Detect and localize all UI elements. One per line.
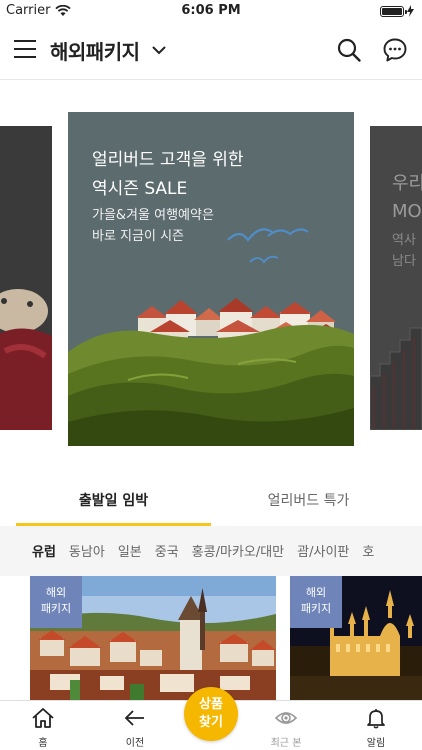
- chevron-down-icon: [152, 46, 165, 55]
- promo-carousel[interactable]: 얼리버드 고객을 위한 역시즌 SALE 가을&겨울 여행예약은 바로 지금이 …: [0, 112, 422, 446]
- nav-back-label: 이전: [125, 738, 145, 749]
- page-title: 해외패키지: [50, 40, 140, 64]
- region-chip-hk-macau-taiwan[interactable]: 홍콩/마카오/대만: [192, 541, 284, 560]
- next-slide-title: 우리 MO: [392, 173, 422, 222]
- eye-icon: [274, 712, 298, 724]
- nav-home[interactable]: 홈: [13, 707, 73, 749]
- nav-recent-label: 최근 본: [270, 738, 302, 749]
- arrow-left-icon: [124, 710, 144, 726]
- banner-subtext: 가을&겨울 여행예약은 바로 지금이 시즌: [92, 208, 214, 244]
- app-header: 해외패키지: [0, 22, 422, 80]
- product-list: 해외 패키지 해외 패키지: [0, 576, 422, 700]
- region-chip-more[interactable]: 호: [362, 541, 374, 560]
- product-card[interactable]: 해외 패키지: [30, 576, 276, 700]
- prev-slide-peek[interactable]: [0, 126, 52, 430]
- banner-headline: 얼리버드 고객을 위한 역시즌 SALE: [92, 150, 244, 199]
- battery-indicator: [380, 5, 414, 17]
- hamburger-icon: [14, 40, 36, 42]
- nav-recent[interactable]: 최근 본: [256, 707, 316, 749]
- charging-bolt-icon: [407, 5, 414, 17]
- region-chip-europe[interactable]: 유럽: [32, 541, 56, 560]
- status-bar: Carrier 6:06 PM: [0, 0, 422, 22]
- nav-back[interactable]: 이전: [105, 707, 165, 749]
- region-chip-guam-saipan[interactable]: 괌/사이판: [297, 541, 349, 560]
- deal-tabs: 출발일 임박 얼리버드 특가: [16, 470, 422, 526]
- region-chip-china[interactable]: 중국: [155, 541, 179, 560]
- region-chip-japan[interactable]: 일본: [118, 541, 142, 560]
- nav-home-label: 홈: [38, 738, 48, 749]
- next-slide-peek[interactable]: 우리 MO 역사 남다: [370, 126, 422, 430]
- next-slide-subtext: 역사 남다: [392, 233, 416, 269]
- status-time: 6:06 PM: [181, 3, 241, 18]
- product-search-button[interactable]: 상품 찾기: [184, 687, 238, 741]
- home-icon: [32, 708, 54, 728]
- title-dropdown[interactable]: 해외패키지: [50, 36, 166, 65]
- bell-icon: [367, 709, 385, 729]
- product-card[interactable]: 해외 패키지: [290, 576, 422, 700]
- tab-departing-soon[interactable]: 출발일 임박: [16, 470, 211, 526]
- menu-button[interactable]: [14, 40, 36, 60]
- region-chip-southeast-asia[interactable]: 동남아: [69, 541, 105, 560]
- region-filter-bar: 유럽 동남아 일본 중국 홍콩/마카오/대만 괌/사이판 호: [0, 526, 422, 576]
- nav-alerts-label: 알림: [366, 738, 386, 749]
- main-banner[interactable]: 얼리버드 고객을 위한 역시즌 SALE 가을&겨울 여행예약은 바로 지금이 …: [68, 112, 354, 446]
- search-icon[interactable]: [336, 37, 362, 63]
- prev-slide-image: [0, 126, 52, 430]
- package-badge: 해외 패키지: [30, 576, 82, 628]
- chat-icon[interactable]: [382, 37, 408, 63]
- nav-alerts[interactable]: 알림: [346, 707, 406, 749]
- tab-early-bird[interactable]: 얼리버드 특가: [211, 470, 406, 526]
- package-badge: 해외 패키지: [290, 576, 342, 628]
- battery-icon: [380, 5, 407, 17]
- bottom-navigation: 홈 이전 상품 찾기 최근 본 알림: [0, 687, 422, 750]
